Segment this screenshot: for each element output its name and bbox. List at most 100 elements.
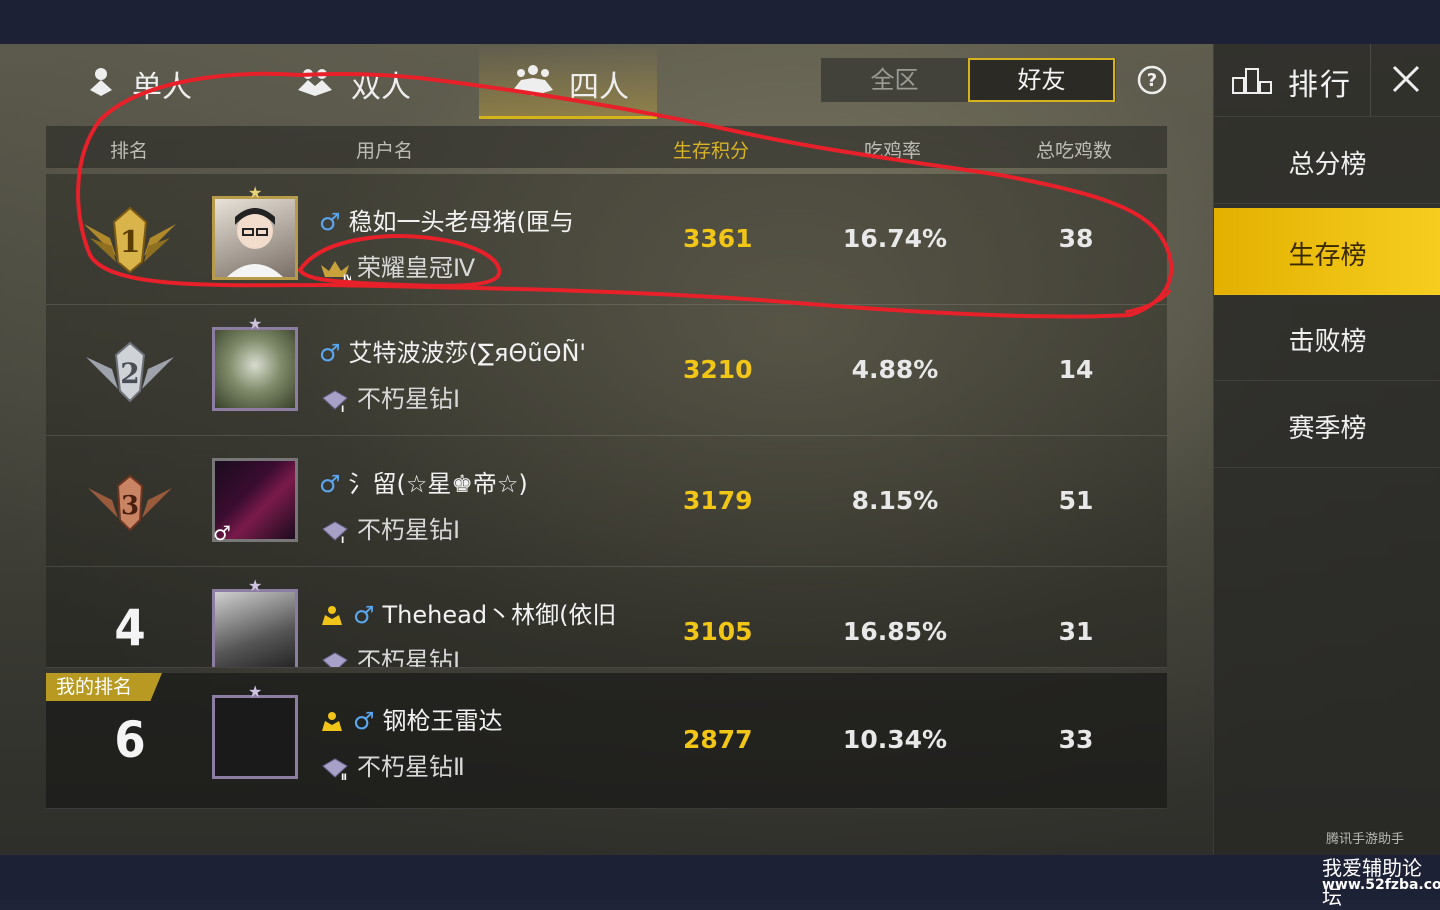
my-rank-row[interactable]: 我的排名 6 ★ ♂ 钢枪王雷达 Ⅱ 不朽星钻Ⅱ 2877 10.34% 33	[46, 673, 1167, 809]
player-name: ♂ 钢枪王雷达	[319, 701, 503, 736]
total-wins: 33	[1058, 725, 1094, 754]
tier-text: 不朽星钻Ⅰ	[357, 385, 461, 413]
chicken-rate: 10.34%	[842, 725, 948, 754]
rank-number: 4	[114, 599, 146, 657]
star-icon: ★	[248, 576, 263, 595]
male-icon: ♂	[353, 707, 375, 735]
top-bar	[0, 0, 1440, 44]
tier-badge-numeral: Ⅰ	[341, 536, 344, 543]
player-name-text: 氵留(☆星♚帝☆)	[348, 470, 528, 498]
player-photo-icon	[227, 208, 283, 277]
col-rate: 吃鸡率	[864, 140, 922, 162]
chicken-rate: 16.85%	[842, 617, 948, 646]
survival-score: 3179	[683, 486, 753, 515]
star-icon: ★	[248, 183, 263, 202]
close-icon	[1392, 65, 1420, 93]
region-filter: 全区 好友	[821, 58, 1116, 102]
diamond-tier-icon: Ⅱ	[322, 758, 348, 780]
filter-all-button[interactable]: 全区	[821, 58, 968, 102]
avatar[interactable]: ♂	[212, 458, 298, 545]
male-icon: ♂	[213, 521, 231, 545]
duo-icon	[298, 69, 332, 96]
bronze-rank-badge-icon: 3	[88, 474, 172, 532]
sidebar-item-label: 击败榜	[1288, 327, 1367, 357]
star-icon: ★	[248, 314, 263, 333]
rank-3-badge-number: 3	[121, 491, 139, 521]
diamond-tier-icon: Ⅰ	[322, 390, 348, 412]
crown-icon	[322, 712, 342, 731]
chicken-rate: 8.15%	[851, 486, 939, 515]
col-wins: 总吃鸡数	[1036, 140, 1113, 162]
gold-rank-badge-icon: 1	[84, 206, 176, 274]
sidebar-item-survival[interactable]: 生存榜	[1214, 208, 1440, 295]
filter-friends-button[interactable]: 好友	[968, 58, 1115, 102]
tier-text: 不朽星钻Ⅰ	[357, 516, 461, 544]
player-tier: Ⅰ 不朽星钻Ⅰ	[319, 379, 460, 414]
player-name: ♂ 艾特波波莎(∑яΘũΘÑ'	[319, 333, 586, 368]
player-name: ♂ 氵留(☆星♚帝☆)	[319, 464, 528, 499]
tier-badge-numeral: Ⅰ	[341, 405, 344, 412]
tab-squad-label: 四人	[569, 70, 629, 105]
total-wins: 14	[1058, 355, 1094, 384]
silver-rank-badge-icon: 2	[86, 341, 174, 403]
bottom-bar	[0, 855, 1440, 900]
male-icon: ♂	[319, 208, 341, 236]
survival-score: 3210	[683, 355, 753, 384]
svg-text:?: ?	[1147, 70, 1157, 91]
tab-squad[interactable]: 四人	[479, 44, 657, 119]
tier-text: 荣耀皇冠Ⅳ	[357, 254, 476, 282]
table-row[interactable]: 2 ★ ♂ 艾特波波莎(∑яΘũΘÑ' Ⅰ 不朽星钻Ⅰ 3210 4.88% 14	[46, 305, 1167, 436]
table-row[interactable]: 4 ★ ♂Thehead丶林御(依旧 Ⅰ 不朽星钻Ⅰ 3105 16.85% 3…	[46, 567, 1167, 668]
player-name: ♂ Thehead丶林御(依旧	[319, 595, 616, 630]
sidebar-item-season[interactable]: 赛季榜	[1214, 381, 1440, 468]
diamond-tier-icon: Ⅰ	[322, 652, 348, 667]
col-rank: 排名	[110, 140, 149, 162]
survival-score: 3361	[683, 224, 753, 253]
tab-duo[interactable]: 双人	[291, 44, 451, 116]
sidebar-item-total[interactable]: 总分榜	[1214, 117, 1440, 204]
tier-text: 不朽星钻Ⅰ	[357, 647, 461, 668]
question-circle-icon[interactable]: ?	[1137, 65, 1167, 95]
tier-text: 不朽星钻Ⅱ	[357, 753, 465, 781]
player-name-text: 钢枪王雷达	[382, 707, 503, 735]
survival-score: 3105	[683, 617, 753, 646]
tab-solo-label: 单人	[132, 70, 192, 105]
table-header: 排名 用户名 生存积分 吃鸡率 总吃鸡数	[46, 126, 1167, 168]
player-name-text: 稳如一头老母猪(匣与	[348, 208, 574, 236]
survival-score: 2877	[683, 725, 753, 754]
crown-icon	[322, 606, 342, 625]
rank-2-badge-number: 2	[120, 357, 139, 390]
sidebar-item-kills[interactable]: 击败榜	[1214, 294, 1440, 381]
avatar[interactable]: ★	[212, 183, 298, 280]
player-name: ♂ 稳如一头老母猪(匣与	[319, 202, 574, 237]
sidebar-title: 排行	[1288, 68, 1352, 103]
avatar[interactable]: ★	[212, 576, 298, 667]
avatar[interactable]: ★	[212, 314, 298, 411]
svg-text:Ⅱ: Ⅱ	[341, 773, 347, 780]
squad-icon	[513, 65, 553, 96]
total-wins: 31	[1058, 617, 1094, 646]
diamond-tier-icon: Ⅰ	[322, 521, 348, 543]
player-name-text: 艾特波波莎(∑яΘũΘÑ'	[348, 339, 587, 367]
player-tier: Ⅳ 荣耀皇冠Ⅳ	[319, 248, 475, 283]
col-score: 生存积分	[673, 140, 750, 162]
table-row[interactable]: 1 ★ ♂ 稳如一头老母猪(匣与 Ⅳ 荣耀皇冠Ⅳ 3361 16.74% 38	[46, 174, 1167, 305]
rank-number: 6	[114, 711, 146, 769]
tab-solo[interactable]: 单人	[76, 44, 226, 116]
podium-icon	[1232, 68, 1272, 94]
tab-duo-label: 双人	[351, 70, 411, 105]
close-button[interactable]	[1370, 44, 1440, 116]
rank-1-badge-number: 1	[120, 225, 141, 260]
total-wins: 51	[1058, 486, 1094, 515]
watermark-text: 腾讯手游助手	[1326, 832, 1405, 847]
star-icon: ★	[248, 682, 263, 701]
sidebar-item-label: 总分榜	[1288, 150, 1367, 180]
player-name-text: Thehead丶林御(依旧	[382, 601, 617, 629]
male-icon: ♂	[319, 470, 341, 498]
sidebar-header: 排行	[1214, 44, 1440, 117]
player-tier: Ⅰ 不朽星钻Ⅰ	[319, 510, 460, 545]
sidebar-item-label: 生存榜	[1288, 241, 1367, 271]
avatar[interactable]: ★	[212, 682, 298, 779]
table-row[interactable]: 3 ♂ ♂ 氵留(☆星♚帝☆) Ⅰ 不朽星钻Ⅰ 3179 8.15% 51	[46, 436, 1167, 567]
tier-badge-numeral: Ⅳ	[343, 274, 351, 281]
